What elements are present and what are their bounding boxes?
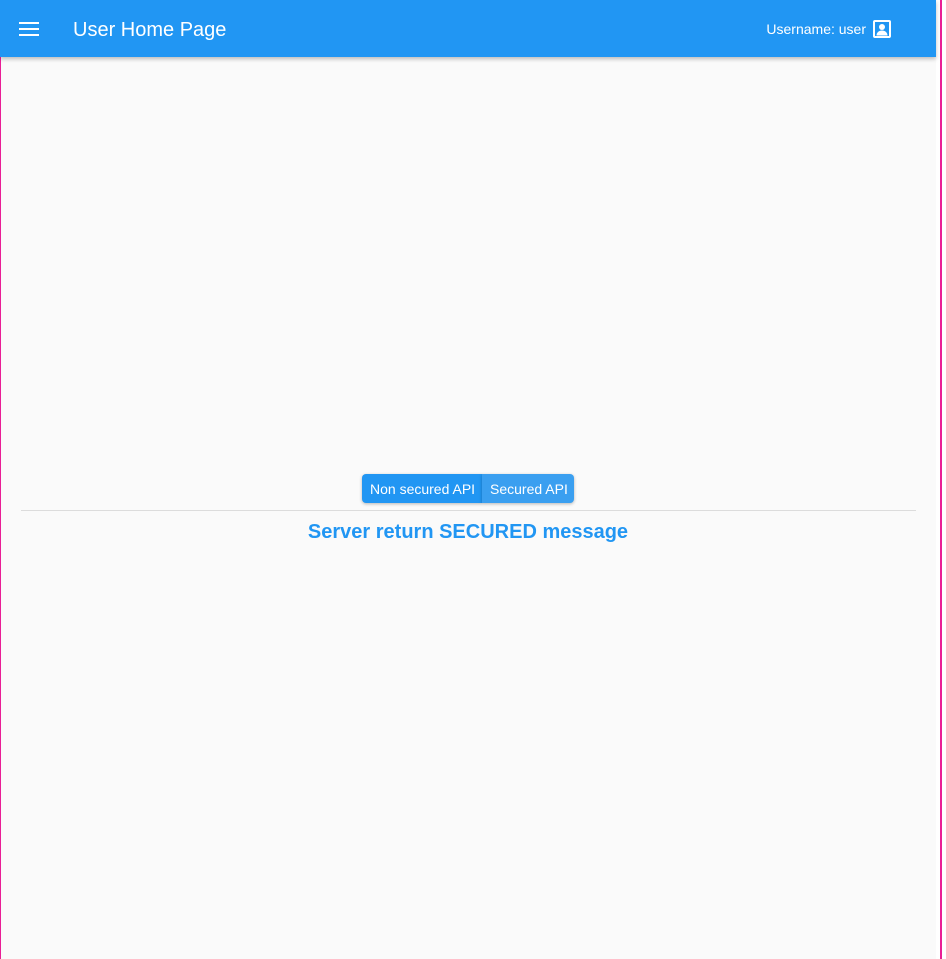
- page-title: User Home Page: [73, 19, 227, 41]
- account-box-icon[interactable]: [870, 17, 894, 41]
- api-button-group: Non secured API Secured API: [362, 474, 574, 503]
- window-edge-line: [940, 0, 942, 959]
- non-secured-api-button[interactable]: Non secured API: [362, 474, 482, 503]
- divider: [21, 510, 916, 511]
- username-label: Username: user: [766, 21, 866, 37]
- secured-api-button[interactable]: Secured API: [482, 474, 574, 503]
- app-bar: User Home Page Username: user: [0, 0, 936, 57]
- user-info: Username: user: [766, 17, 894, 41]
- menu-icon: [19, 22, 39, 36]
- server-message: Server return SECURED message: [307, 521, 629, 543]
- menu-button[interactable]: [14, 14, 44, 44]
